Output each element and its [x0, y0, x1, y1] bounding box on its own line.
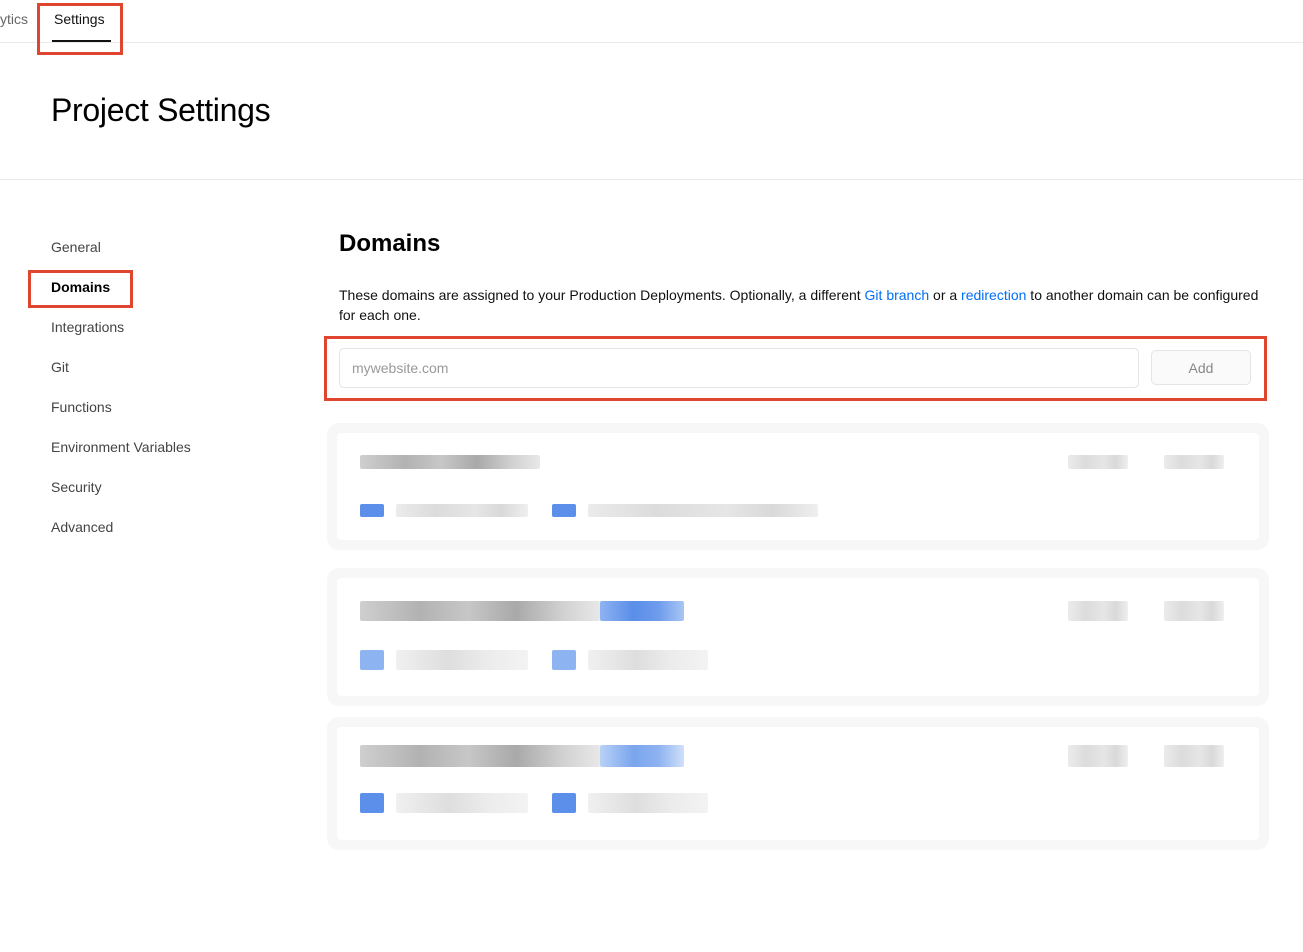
blurred-domain-name [360, 601, 600, 621]
blurred-domain-name [360, 745, 600, 767]
domain-card[interactable] [337, 727, 1259, 840]
sidebar-item-environment-variables[interactable]: Environment Variables [51, 439, 191, 455]
sidebar-item-advanced[interactable]: Advanced [51, 519, 113, 535]
branch-icon [360, 793, 384, 813]
description-text-1: These domains are assigned to your Produ… [339, 287, 865, 303]
link-icon [552, 793, 576, 813]
blurred-detail [588, 504, 818, 517]
blurred-detail [396, 650, 528, 670]
git-branch-link[interactable]: Git branch [865, 287, 930, 303]
blurred-action [1164, 745, 1224, 767]
tab-analytics[interactable]: ytics [0, 11, 28, 27]
sidebar-item-general[interactable]: General [51, 239, 101, 255]
domains-description: These domains are assigned to your Produ… [339, 285, 1259, 325]
branch-icon [360, 650, 384, 670]
active-tab-indicator [52, 40, 111, 42]
domain-card[interactable] [337, 433, 1259, 540]
blurred-badge [600, 745, 684, 767]
branch-icon [360, 504, 384, 517]
redirection-link[interactable]: redirection [961, 287, 1026, 303]
add-domain-button[interactable]: Add [1151, 350, 1251, 385]
domain-card[interactable] [337, 578, 1259, 696]
blurred-detail [588, 650, 708, 670]
top-tab-bar: ytics Settings [0, 0, 1303, 43]
sidebar-item-functions[interactable]: Functions [51, 399, 112, 415]
blurred-detail [396, 793, 528, 813]
sidebar-item-git[interactable]: Git [51, 359, 69, 375]
tab-settings[interactable]: Settings [54, 11, 105, 27]
link-icon [552, 650, 576, 670]
page-title: Project Settings [51, 92, 271, 128]
sidebar-item-security[interactable]: Security [51, 479, 102, 495]
domains-title: Domains [339, 230, 441, 257]
blurred-detail [588, 793, 708, 813]
blurred-status [1068, 455, 1128, 469]
blurred-action [1164, 455, 1224, 469]
blurred-badge [600, 601, 684, 621]
header-divider [0, 179, 1303, 180]
blurred-action [1164, 601, 1224, 621]
blurred-domain-name [360, 455, 540, 469]
blurred-status [1068, 601, 1128, 621]
sidebar-item-integrations[interactable]: Integrations [51, 319, 124, 335]
description-text-2: or a [929, 287, 962, 303]
blurred-detail [396, 504, 528, 517]
link-icon [552, 504, 576, 517]
domain-input[interactable] [339, 348, 1139, 388]
sidebar-item-domains[interactable]: Domains [51, 279, 110, 295]
blurred-status [1068, 745, 1128, 767]
